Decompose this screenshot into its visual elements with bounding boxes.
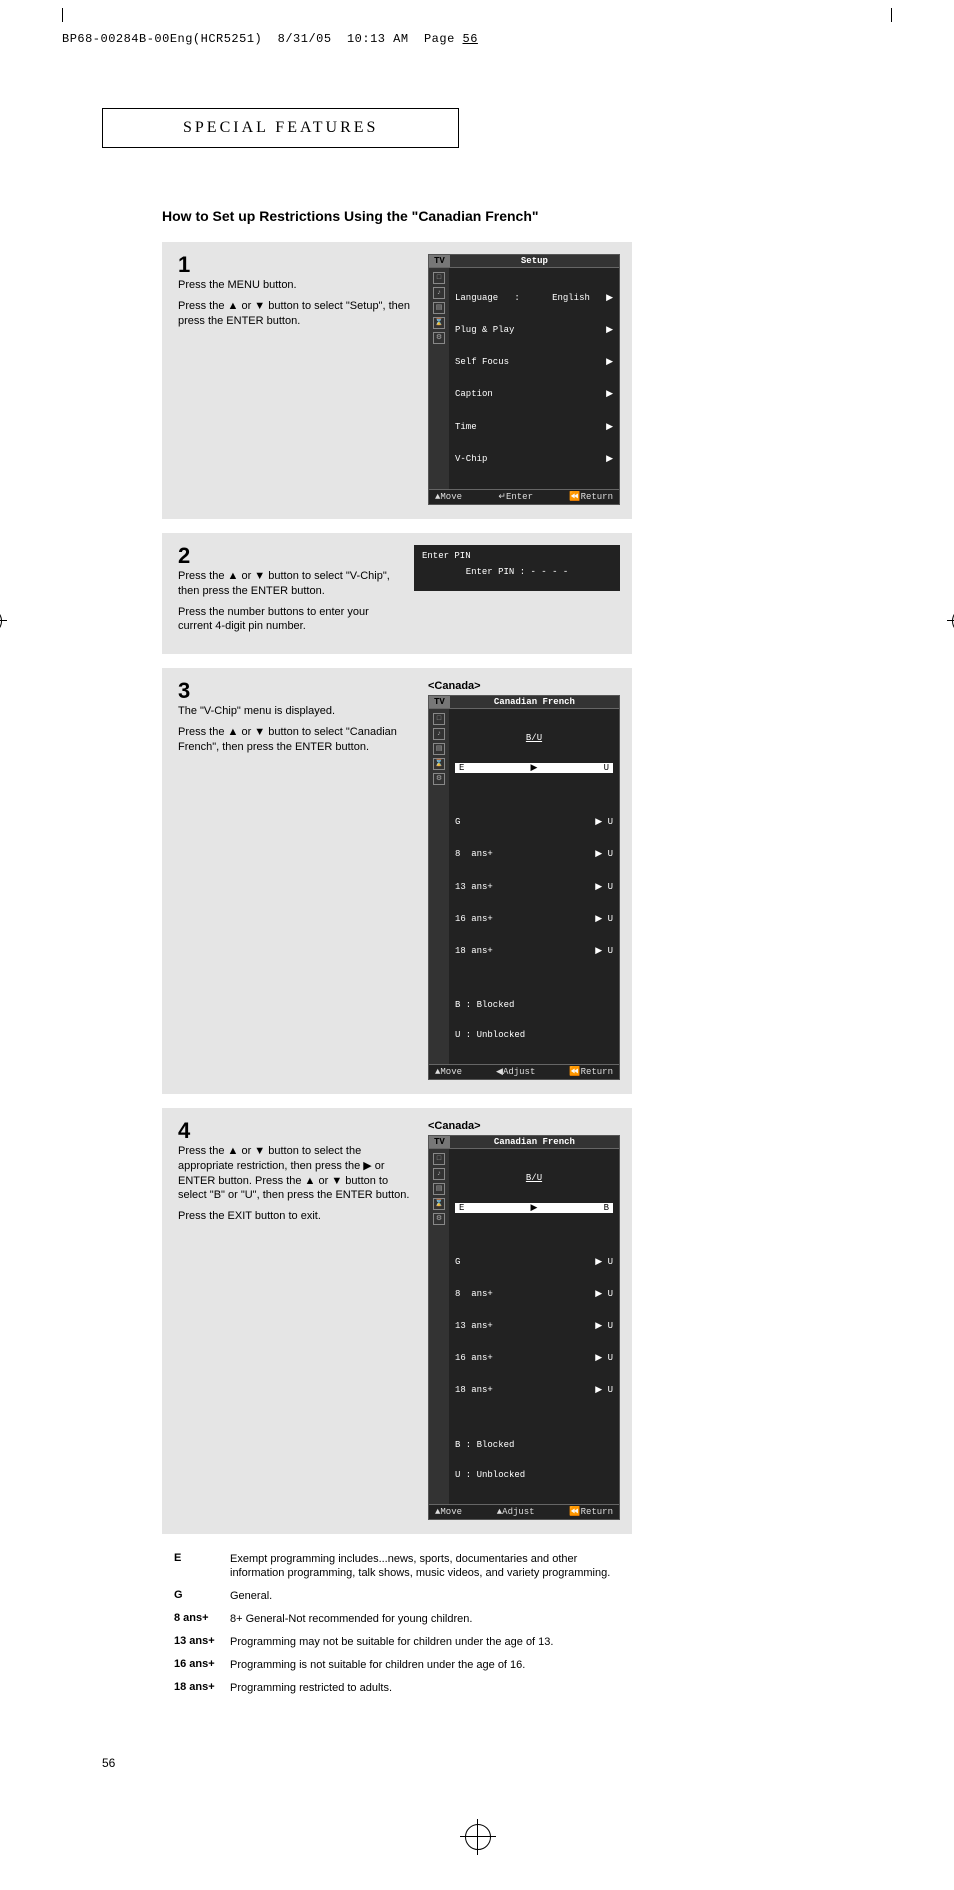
- picture-icon: □: [433, 1153, 445, 1165]
- rating-row: GGeneral.: [174, 1589, 632, 1604]
- step-1-line-1: Press the MENU button.: [178, 278, 412, 293]
- rating-desc: 8+ General-Not recommended for young chi…: [230, 1612, 632, 1627]
- step-3-line-1: The "V-Chip" menu is displayed.: [178, 704, 412, 719]
- channel-icon: ▤: [433, 1183, 445, 1195]
- step-2-line-1: Press the ▲ or ▼ button to select "V-Chi…: [178, 569, 398, 599]
- osd-footer-adjust: ◀Adjust: [496, 1067, 535, 1077]
- osd-menu-list: B/U E▶B G▶ U 8 ans+▶ U 13 ans+▶ U 16 ans…: [449, 1149, 619, 1504]
- step-number: 1: [178, 254, 412, 276]
- osd-setup: TV Setup □ ♪ ▤ ⌛ ⚙ Language :English ▶ P…: [428, 254, 620, 505]
- osd-side-icons: □ ♪ ▤ ⌛ ⚙: [429, 709, 449, 1064]
- legend-blocked: B : Blocked: [455, 1440, 613, 1450]
- osd-footer-return: ⏪Return: [569, 492, 613, 502]
- legend-unblocked: U : Unblocked: [455, 1470, 613, 1480]
- osd-title: Canadian French: [450, 696, 619, 708]
- osd-menu-list: Language :English ▶ Plug & Play▶ Self Fo…: [449, 268, 619, 489]
- osd-footer-adjust: ▲Adjust: [497, 1507, 535, 1517]
- osd-footer-move: ▲Move: [435, 492, 462, 502]
- rating-key: 18 ans+: [174, 1681, 230, 1696]
- slug-time: 10:13 AM: [347, 32, 409, 46]
- slug-date: 8/31/05: [278, 32, 332, 46]
- osd-row-highlight: E▶U: [455, 763, 613, 773]
- rating-row: 16 ans+Programming is not suitable for c…: [174, 1658, 632, 1673]
- section-header: SPECIAL FEATURES: [102, 108, 459, 148]
- step-number: 2: [178, 545, 398, 567]
- osd-canadian-french-3: TV Canadian French □ ♪ ▤ ⌛ ⚙ B/U: [428, 695, 620, 1080]
- rating-key: G: [174, 1589, 230, 1604]
- canada-label: <Canada>: [428, 1120, 620, 1132]
- slug-page: 56: [463, 32, 478, 46]
- osd-side-icons: □ ♪ ▤ ⌛ ⚙: [429, 1149, 449, 1504]
- osd-title: Canadian French: [450, 1136, 619, 1148]
- rating-row: 13 ans+Programming may not be suitable f…: [174, 1635, 632, 1650]
- picture-icon: □: [433, 713, 445, 725]
- channel-icon: ▤: [433, 302, 445, 314]
- step-number: 4: [178, 1120, 412, 1142]
- rating-desc: Exempt programming includes...news, spor…: [230, 1552, 632, 1582]
- step-number: 3: [178, 680, 412, 702]
- slug-page-prefix: Page: [424, 32, 463, 46]
- canada-label: <Canada>: [428, 680, 620, 692]
- step-2-line-2: Press the number buttons to enter your c…: [178, 605, 398, 635]
- osd-row-highlight: E▶B: [455, 1203, 613, 1213]
- sound-icon: ♪: [433, 287, 445, 299]
- pin-title: Enter PIN: [422, 551, 612, 561]
- rating-key: E: [174, 1552, 230, 1582]
- sound-icon: ♪: [433, 728, 445, 740]
- osd-side-icons: □ ♪ ▤ ⌛ ⚙: [429, 268, 449, 489]
- rating-key: 16 ans+: [174, 1658, 230, 1673]
- osd-footer-enter: ↵Enter: [498, 492, 533, 502]
- channel-icon: ▤: [433, 743, 445, 755]
- osd-menu-list: B/U E▶U G▶ U 8 ans+▶ U 13 ans+▶ U 16 ans…: [449, 709, 619, 1064]
- slug-file: BP68-00284B-00Eng(HCR5251): [62, 32, 262, 46]
- rating-desc: Programming may not be suitable for chil…: [230, 1635, 632, 1650]
- osd-tab: TV: [429, 1136, 450, 1148]
- pin-line: Enter PIN : - - - -: [422, 567, 612, 577]
- bu-header: B/U: [455, 733, 613, 743]
- timer-icon: ⌛: [433, 758, 445, 770]
- step-4: 4 Press the ▲ or ▼ button to select the …: [162, 1108, 632, 1534]
- rating-key: 8 ans+: [174, 1612, 230, 1627]
- osd-footer-move: ▲Move: [435, 1507, 462, 1517]
- osd-footer-move: ▲Move: [435, 1067, 462, 1077]
- osd-tab: TV: [429, 696, 450, 708]
- step-2: 2 Press the ▲ or ▼ button to select "V-C…: [162, 533, 632, 654]
- osd-canadian-french-4: TV Canadian French □ ♪ ▤ ⌛ ⚙ B/U: [428, 1135, 620, 1520]
- rating-desc: General.: [230, 1589, 632, 1604]
- timer-icon: ⌛: [433, 317, 445, 329]
- setup-icon: ⚙: [433, 1213, 445, 1225]
- ratings-definitions: EExempt programming includes...news, spo…: [174, 1552, 632, 1696]
- step-4-line-1: Press the ▲ or ▼ button to select the ap…: [178, 1144, 412, 1203]
- step-3: 3 The "V-Chip" menu is displayed. Press …: [162, 668, 632, 1094]
- bu-header: B/U: [455, 1173, 613, 1183]
- timer-icon: ⌛: [433, 1198, 445, 1210]
- step-1: 1 Press the MENU button. Press the ▲ or …: [162, 242, 632, 519]
- rating-row: EExempt programming includes...news, spo…: [174, 1552, 632, 1582]
- step-3-line-2: Press the ▲ or ▼ button to select "Canad…: [178, 725, 412, 755]
- osd-tab: TV: [429, 255, 450, 267]
- osd-footer-return: ⏪Return: [569, 1507, 613, 1517]
- step-4-line-2: Press the EXIT button to exit.: [178, 1209, 412, 1224]
- legend-unblocked: U : Unblocked: [455, 1030, 613, 1040]
- osd-enter-pin: Enter PIN Enter PIN : - - - -: [414, 545, 620, 591]
- osd-title: Setup: [450, 255, 619, 267]
- rating-row: 18 ans+Programming restricted to adults.: [174, 1681, 632, 1696]
- setup-icon: ⚙: [433, 332, 445, 344]
- registration-mark-left: [0, 608, 2, 634]
- rating-key: 13 ans+: [174, 1635, 230, 1650]
- page-number: 56: [102, 1756, 892, 1770]
- osd-footer-return: ⏪Return: [569, 1067, 613, 1077]
- sound-icon: ♪: [433, 1168, 445, 1180]
- rating-desc: Programming is not suitable for children…: [230, 1658, 632, 1673]
- rating-row: 8 ans+8+ General-Not recommended for you…: [174, 1612, 632, 1627]
- legend-blocked: B : Blocked: [455, 1000, 613, 1010]
- picture-icon: □: [433, 272, 445, 284]
- print-slug: BP68-00284B-00Eng(HCR5251) 8/31/05 10:13…: [0, 30, 954, 48]
- page-title: How to Set up Restrictions Using the "Ca…: [162, 208, 632, 224]
- rating-desc: Programming restricted to adults.: [230, 1681, 632, 1696]
- registration-mark-bottom: [465, 1824, 491, 1850]
- step-1-line-2: Press the ▲ or ▼ button to select "Setup…: [178, 299, 412, 329]
- setup-icon: ⚙: [433, 773, 445, 785]
